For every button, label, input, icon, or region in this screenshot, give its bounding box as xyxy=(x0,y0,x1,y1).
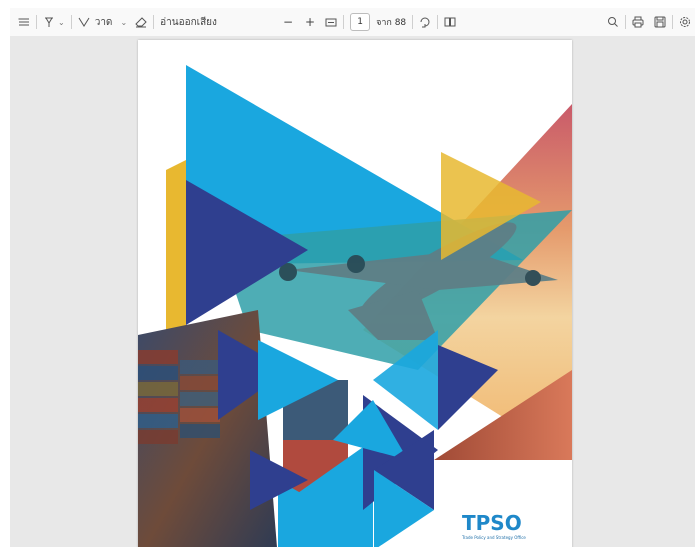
eraser-button[interactable] xyxy=(135,11,147,33)
chevron-down-icon: ⌄ xyxy=(58,17,65,27)
zoom-in-button[interactable]: + xyxy=(305,11,315,33)
read-aloud-button[interactable]: อ่านออกเสียง xyxy=(160,11,217,33)
page-view-icon xyxy=(444,17,456,27)
contents-button[interactable] xyxy=(18,11,30,33)
toolbar-divider xyxy=(343,15,345,29)
toolbar-divider xyxy=(153,15,155,29)
toolbar-divider xyxy=(437,15,439,29)
cover-artwork xyxy=(138,65,572,547)
highlight-button[interactable]: ⌄ xyxy=(43,11,65,33)
document-page: TPSO Trade Policy and Strategy Office xyxy=(138,40,572,547)
zoom-out-label: − xyxy=(282,15,293,29)
zoom-in-label: + xyxy=(305,15,316,29)
toolbar-divider xyxy=(412,15,414,29)
toolbar-divider xyxy=(70,15,72,29)
print-icon xyxy=(632,16,644,28)
save-button[interactable] xyxy=(654,11,666,33)
toolbar-divider xyxy=(36,15,37,29)
highlight-icon xyxy=(45,17,53,27)
settings-icon xyxy=(680,17,690,27)
draw-icon xyxy=(78,17,90,27)
logo-text: TPSO xyxy=(462,511,522,535)
read-aloud-label: อ่านออกเสียง xyxy=(160,16,217,28)
fit-page-button[interactable] xyxy=(325,11,337,33)
chevron-down-icon: ⌄ xyxy=(120,17,128,27)
page-view-button[interactable] xyxy=(444,11,456,33)
page-number-input[interactable]: 1 xyxy=(350,13,371,31)
search-icon xyxy=(608,17,618,27)
zoom-out-button[interactable]: − xyxy=(283,11,293,33)
eraser-icon xyxy=(135,17,147,28)
draw-label: วาด xyxy=(94,16,113,28)
settings-button[interactable] xyxy=(679,11,691,33)
pdf-toolbar: ⌄ วาด ⌄ อ่านออกเสียง − + 1 จาก 88 xyxy=(10,8,695,37)
search-button[interactable] xyxy=(607,11,619,33)
save-icon xyxy=(654,16,666,28)
draw-button[interactable]: วาด ⌄ xyxy=(78,11,127,33)
print-button[interactable] xyxy=(632,11,644,33)
contents-icon xyxy=(18,18,29,26)
rotate-button[interactable] xyxy=(419,11,431,33)
page-total: จาก 88 xyxy=(376,18,407,28)
rotate-icon xyxy=(420,17,430,28)
toolbar-divider xyxy=(672,15,673,29)
tpso-logo: TPSO Trade Policy and Strategy Office xyxy=(462,512,552,547)
logo-subtext: Trade Policy and Strategy Office xyxy=(462,535,526,540)
document-viewer[interactable]: TPSO Trade Policy and Strategy Office xyxy=(10,36,695,547)
toolbar-divider xyxy=(625,15,626,29)
fit-page-icon xyxy=(325,18,337,27)
